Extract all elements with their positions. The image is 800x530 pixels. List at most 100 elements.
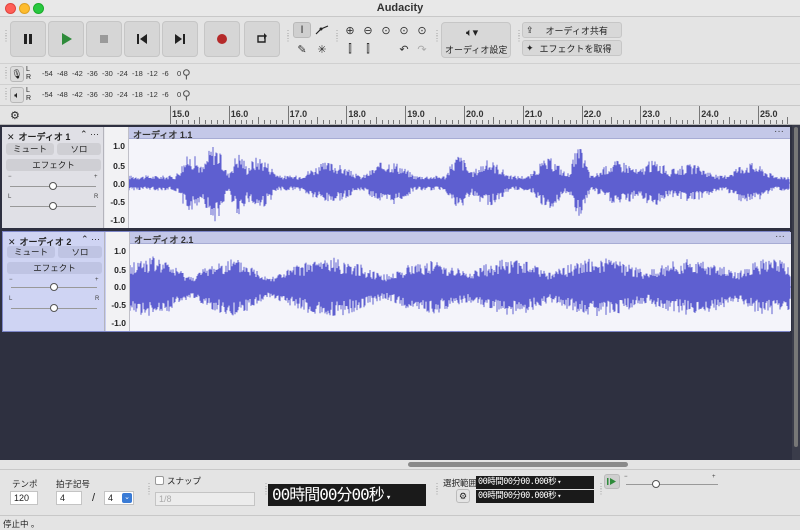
silence-button[interactable]: ⫿ <box>359 41 377 57</box>
undo-button[interactable]: ↶ <box>395 41 413 57</box>
speed-slider[interactable] <box>652 480 660 488</box>
play-at-speed-grip[interactable] <box>597 484 601 494</box>
get-effects-button[interactable]: ✦ エフェクトを取得 <box>522 40 622 56</box>
zoom-in-button[interactable]: ⊕ <box>341 22 359 38</box>
timeline-ruler[interactable]: ⚙ 15.0 16.0 17.0 18.0 19.0 20.0 21.0 22.0 23.0 24… <box>0 105 800 125</box>
share-grip[interactable] <box>515 31 519 41</box>
solo-button[interactable]: ソロ <box>58 246 102 258</box>
audio-track-2[interactable]: ✕ オーディオ 2 ⌃ ··· ミュート ソロ エフェクト − + L R 1.0… <box>2 231 791 332</box>
scale-label: 1.0 <box>113 141 125 151</box>
solo-button[interactable]: ソロ <box>57 143 101 155</box>
ruler-tick <box>381 120 383 124</box>
fit-selection-button[interactable]: ⊙ <box>377 22 395 38</box>
envelope-tool-button[interactable] <box>313 22 331 38</box>
audio-clip[interactable]: オーディオ 2.1 ··· <box>130 231 791 331</box>
track-name[interactable]: オーディオ 1 <box>19 132 71 142</box>
redo-button[interactable]: ↷ <box>413 41 431 57</box>
track-menu-button[interactable]: ⌃ ··· <box>81 234 100 245</box>
time-display[interactable]: 00時間00分00秒 ▾ <box>268 484 426 506</box>
time-format-chevron-icon[interactable]: ▾ <box>386 493 392 503</box>
snap-grip[interactable] <box>145 484 149 494</box>
edit-grip[interactable] <box>333 31 337 41</box>
audio-track-1[interactable]: ✕ オーディオ 1 ⌃ ··· ミュート ソロ エフェクト − + L R 1.0… <box>2 126 790 228</box>
effects-button[interactable]: エフェクト <box>7 262 102 274</box>
gain-slider[interactable] <box>49 182 57 190</box>
selection-tool-button[interactable]: I <box>293 22 311 38</box>
audio-clip[interactable]: オーディオ 1.1 ··· <box>129 126 790 228</box>
waveform[interactable] <box>129 139 790 227</box>
multi-tool-button[interactable]: ✳ <box>313 41 331 57</box>
trim-button[interactable]: ⫿ <box>341 41 359 57</box>
selection-end-display[interactable]: 00時間00分00.000秒▾ <box>476 490 594 503</box>
clip-header[interactable]: オーディオ 2.1 ··· <box>130 231 791 245</box>
asterisk-icon: ✳ <box>317 43 327 56</box>
waveform[interactable] <box>130 244 791 330</box>
ruler-tick <box>464 106 465 124</box>
scale-label: -1.0 <box>111 318 126 328</box>
audio-setup-grip[interactable] <box>433 31 437 41</box>
amplitude-scale[interactable]: 1.0 0.5 0.0 -0.5 -1.0 <box>105 127 129 228</box>
share-audio-button[interactable]: ⇪ オーディオ共有 <box>522 22 622 38</box>
horizontal-scroll-thumb[interactable] <box>408 462 628 467</box>
zoom-out-button[interactable]: ⊖ <box>359 22 377 38</box>
upload-icon: ⇪ <box>526 24 534 35</box>
mute-button[interactable]: ミュート <box>7 246 55 258</box>
close-track-icon[interactable]: ✕ <box>7 132 15 142</box>
horizontal-scrollbar[interactable] <box>0 460 800 469</box>
skip-to-start-button[interactable] <box>124 21 160 57</box>
record-meter-scale[interactable]: -54 -48 -42 -36 -30 -24 -18 -12 -6 0 <box>42 69 192 78</box>
time-sig-denominator-select[interactable]: 4 ⌄ <box>104 491 134 505</box>
skip-to-end-button[interactable] <box>162 21 198 57</box>
snap-checkbox[interactable] <box>155 476 164 485</box>
clip-menu-icon[interactable]: ··· <box>775 231 785 242</box>
amplitude-scale[interactable]: 1.0 0.5 0.0 -0.5 -1.0 <box>106 232 130 331</box>
chevron-down-icon[interactable]: ▾ <box>557 492 561 500</box>
record-volume-knob-icon[interactable]: ⚲ <box>182 67 191 81</box>
speaker-meter-icon[interactable]: 🔈︎ <box>10 87 24 103</box>
play-at-speed-button[interactable] <box>604 474 620 489</box>
scale-label: -0.5 <box>111 300 126 310</box>
time-grip[interactable] <box>262 484 266 494</box>
record-meter-grip[interactable] <box>2 68 6 78</box>
tempo-input[interactable]: 120 <box>10 491 38 505</box>
clip-header[interactable]: オーディオ 1.1 ··· <box>129 126 790 140</box>
chevron-down-icon[interactable]: ▾ <box>557 478 561 486</box>
snap-select[interactable]: 1/8 <box>155 492 255 506</box>
pan-slider[interactable] <box>49 202 57 210</box>
ruler-tick <box>458 120 460 124</box>
track-panel: ✕ オーディオ 1 ⌃ ··· ミュート ソロ エフェクト − + L R 1.0… <box>0 125 800 460</box>
selection-settings-gear-icon[interactable]: ⚙ <box>456 489 470 503</box>
playback-meter-scale[interactable]: -54 -48 -42 -36 -30 -24 -18 -12 -6 0 <box>42 90 192 99</box>
selection-start-display[interactable]: 00時間00分00.000秒▾ <box>476 476 594 489</box>
zoom-toggle-button[interactable]: ⊙ <box>413 22 431 38</box>
clip-menu-icon[interactable]: ··· <box>774 126 784 137</box>
gain-slider[interactable] <box>50 283 58 291</box>
playback-volume-knob-icon[interactable]: ⚲ <box>182 88 191 102</box>
ruler-tick <box>546 120 548 124</box>
vertical-scroll-thumb[interactable] <box>794 127 798 447</box>
stop-button[interactable] <box>86 21 122 57</box>
time-sig-numerator-input[interactable]: 4 <box>56 491 82 505</box>
speaker-icon: 🔈︎▾ <box>466 27 479 39</box>
microphone-icon[interactable]: 🎙︎ <box>10 66 24 82</box>
tools-grip[interactable] <box>284 31 288 41</box>
record-button[interactable] <box>204 21 240 57</box>
ruler-tick <box>634 120 636 124</box>
ruler-tick <box>181 120 183 124</box>
pan-slider[interactable] <box>50 304 58 312</box>
effects-button[interactable]: エフェクト <box>6 159 101 171</box>
toolbar-grip[interactable] <box>2 31 6 41</box>
vertical-scrollbar[interactable] <box>792 125 800 460</box>
ruler-settings-gear-icon[interactable]: ⚙ <box>10 109 20 122</box>
skip-end-icon <box>175 34 185 44</box>
selection-grip[interactable] <box>433 484 437 494</box>
playback-meter-grip[interactable] <box>2 89 6 99</box>
play-button[interactable] <box>48 21 84 57</box>
draw-tool-button[interactable]: ✎ <box>293 41 311 57</box>
fit-project-button[interactable]: ⊙ <box>395 22 413 38</box>
mute-button[interactable]: ミュート <box>6 143 54 155</box>
pause-button[interactable] <box>10 21 46 57</box>
audio-setup-button[interactable]: 🔈︎▾ オーディオ設定 <box>441 22 511 58</box>
track-menu-button[interactable]: ⌃ ··· <box>80 129 99 140</box>
loop-button[interactable] <box>244 21 280 57</box>
